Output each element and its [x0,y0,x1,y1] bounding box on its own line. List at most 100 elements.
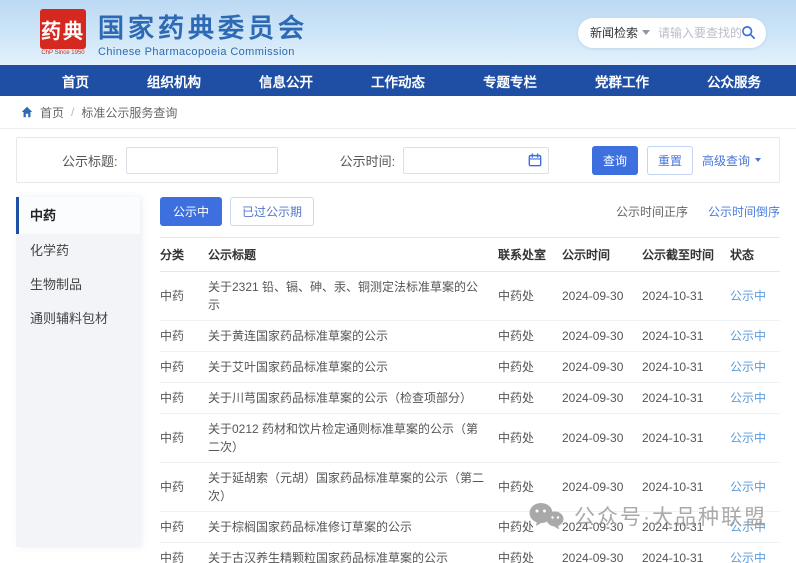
cell-start-date: 2024-09-30 [562,462,642,512]
search-category-label: 新闻检索 [590,26,639,40]
status-link[interactable]: 公示中 [730,289,766,303]
cell-end-date: 2024-10-31 [642,542,730,563]
nav-item-2[interactable]: 信息公开 [259,71,313,91]
sidebar-item-2[interactable]: 生物制品 [16,268,140,302]
cell-end-date: 2024-10-31 [642,462,730,512]
filter-time-label: 公示时间: [339,153,396,169]
sidebar-item-1[interactable]: 化学药 [16,234,140,268]
cell-office: 中药处 [498,542,562,563]
chevron-down-icon [755,158,761,162]
sort-time-descending-link[interactable]: 公示时间倒序 [708,203,780,220]
cell-category: 中药 [160,351,208,383]
cell-title[interactable]: 关于黄连国家药品标准草案的公示 [208,320,498,352]
cell-office: 中药处 [498,271,562,321]
breadcrumb-home-link[interactable]: 首页 [40,104,64,121]
site-logo: 药典 ChP Since 1950 [40,9,86,56]
advanced-query-button[interactable]: 高级查询 [702,152,761,169]
cell-title[interactable]: 关于2321 铅、镉、砷、汞、铜测定法标准草案的公示 [208,271,498,321]
pharmacopoeia-seal-icon: 药典 [40,9,86,49]
home-icon [21,106,33,118]
status-link[interactable]: 公示中 [730,520,766,534]
tabs-row: 公示中 已过公示期 公示时间正序 公示时间倒序 [160,197,780,226]
cell-office: 中药处 [498,511,562,543]
search-input[interactable]: 请输入要查找的关键字 [650,24,741,41]
status-link[interactable]: 公示中 [730,551,766,563]
cell-end-date: 2024-10-31 [642,382,730,414]
site-subtitle: Chinese Pharmacopoeia Commission [98,45,295,58]
search-icon[interactable] [741,25,756,40]
cell-office: 中药处 [498,320,562,352]
table-header-row: 分类 公示标题 联系处室 公示时间 公示截至时间 状态 [160,237,780,272]
cell-start-date: 2024-09-30 [562,271,642,321]
news-search-box[interactable]: 新闻检索 请输入要查找的关键字 [578,17,766,48]
cell-office: 中药处 [498,413,562,463]
filter-time-input[interactable] [403,146,550,174]
main-area: 中药 化学药 生物制品 通则辅料包材 公示中 已过公示期 公示时间正序 公示时间倒序 … [0,183,796,563]
cell-title[interactable]: 关于古汉养生精颗粒国家药品标准草案的公示 [208,542,498,563]
cell-title[interactable]: 关于0212 药材和饮片检定通则标准草案的公示（第二次） [208,413,498,463]
breadcrumb-separator: / [71,105,75,119]
sort-time-ascending-link[interactable]: 公示时间正序 [616,203,688,220]
table-row: 中药 关于2321 铅、镉、砷、汞、铜测定法标准草案的公示 中药处 2024-09-3… [160,271,780,321]
column-header-3: 公示时间 [562,237,642,272]
status-link[interactable]: 公示中 [730,329,766,343]
sidebar-item-3[interactable]: 通则辅料包材 [16,302,140,336]
chevron-down-icon [642,30,651,35]
cell-start-date: 2024-09-30 [562,382,642,414]
page: 药典 ChP Since 1950 国家药典委员会 Chinese Pharma… [0,0,796,563]
cell-status: 公示中 [730,320,780,352]
column-header-5: 状态 [730,237,780,272]
nav-item-1[interactable]: 组织机构 [147,71,201,91]
cell-title[interactable]: 关于延胡索（元胡）国家药品标准草案的公示（第二次） [208,462,498,512]
cell-category: 中药 [160,413,208,463]
main-nav: 首页 组织机构 信息公开 工作动态 专题专栏 党群工作 公众服务 [0,65,796,96]
cell-category: 中药 [160,462,208,512]
cell-title[interactable]: 关于艾叶国家药品标准草案的公示 [208,351,498,383]
sidebar-item-0[interactable]: 中药 [16,197,140,234]
site-header: 药典 ChP Since 1950 国家药典委员会 Chinese Pharma… [0,0,796,65]
nav-item-4[interactable]: 专题专栏 [483,71,537,91]
table-row: 中药 关于棕榈国家药品标准修订草案的公示 中药处 2024-09-30 2024-10-… [160,511,780,543]
cell-office: 中药处 [498,351,562,383]
cell-start-date: 2024-09-30 [562,542,642,563]
search-category-dropdown[interactable]: 新闻检索 [590,24,651,41]
cell-category: 中药 [160,271,208,321]
nav-item-5[interactable]: 党群工作 [595,71,649,91]
filter-title-input[interactable] [125,146,278,174]
tab-expired[interactable]: 已过公示期 [230,197,315,226]
table-row: 中药 关于古汉养生精颗粒国家药品标准草案的公示 中药处 2024-09-30 2024-… [160,542,780,563]
cell-status: 公示中 [730,462,780,512]
nav-item-3[interactable]: 工作动态 [371,71,425,91]
cell-title[interactable]: 关于棕榈国家药品标准修订草案的公示 [208,511,498,543]
reset-button[interactable]: 重置 [646,145,693,175]
cell-category: 中药 [160,320,208,352]
cell-end-date: 2024-10-31 [642,511,730,543]
advanced-query-label: 高级查询 [701,153,750,168]
status-link[interactable]: 公示中 [730,480,766,494]
table-row: 中药 关于黄连国家药品标准草案的公示 中药处 2024-09-30 2024-10-31… [160,320,780,352]
query-button[interactable]: 查询 [591,145,638,175]
cell-office: 中药处 [498,382,562,414]
brand-block: 国家药典委员会 Chinese Pharmacopoeia Commission [98,8,308,58]
nav-item-0[interactable]: 首页 [62,71,89,91]
tab-in-publicity[interactable]: 公示中 [160,197,223,226]
cell-title[interactable]: 关于川芎国家药品标准草案的公示（检查项部分） [208,382,498,414]
table-row: 中药 关于艾叶国家药品标准草案的公示 中药处 2024-09-30 2024-10-31… [160,351,780,383]
announcement-table: 分类 公示标题 联系处室 公示时间 公示截至时间 状态 中药 关于2321 铅、镉、砷、汞、… [160,237,780,563]
filter-bar: 公示标题: 公示时间: 查询 重置 高级查询 [16,137,780,183]
cell-start-date: 2024-09-30 [562,351,642,383]
cell-category: 中药 [160,382,208,414]
filter-title-label: 公示标题: [62,153,118,169]
nav-item-6[interactable]: 公众服务 [707,71,761,91]
status-link[interactable]: 公示中 [730,431,766,445]
cell-office: 中药处 [498,462,562,512]
status-link[interactable]: 公示中 [730,360,766,374]
column-header-2: 联系处室 [498,237,562,272]
cell-category: 中药 [160,542,208,563]
cell-status: 公示中 [730,511,780,543]
cell-start-date: 2024-09-30 [562,413,642,463]
cell-end-date: 2024-10-31 [642,271,730,321]
cell-status: 公示中 [730,271,780,321]
status-link[interactable]: 公示中 [730,391,766,405]
cell-end-date: 2024-10-31 [642,413,730,463]
